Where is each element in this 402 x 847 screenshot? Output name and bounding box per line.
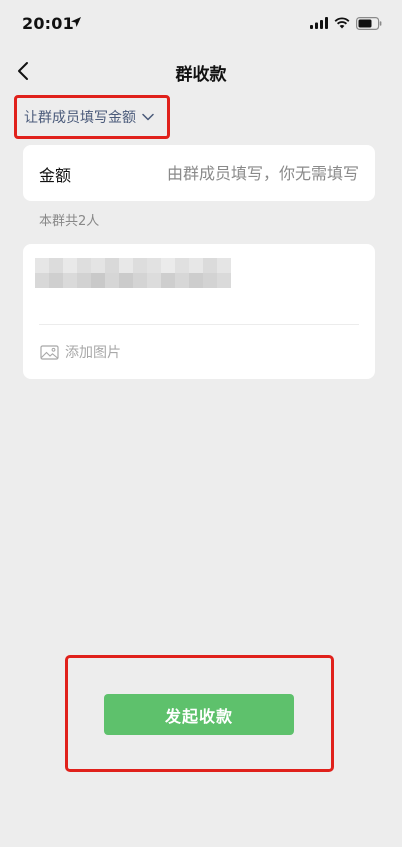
page-title: 群收款 — [175, 65, 227, 85]
add-image-button[interactable]: 添加图片 — [40, 342, 121, 362]
collection-mode-label: 让群成员填写金额 — [24, 110, 136, 126]
note-card[interactable]: 添加图片 — [23, 244, 375, 379]
amount-input[interactable] — [119, 160, 359, 186]
chevron-down-icon — [142, 113, 154, 121]
blurred-note-text — [35, 258, 231, 288]
note-divider — [39, 324, 359, 325]
nav-bar: 群收款 — [0, 48, 402, 94]
status-time: 20:01 — [22, 14, 74, 33]
location-arrow-icon — [71, 17, 81, 27]
image-icon — [40, 344, 59, 360]
status-icons — [310, 16, 382, 30]
amount-label: 金额 — [39, 166, 72, 185]
status-bar: 20:01 — [0, 0, 402, 48]
member-count: 本群共2人 — [39, 214, 100, 229]
signal-icon — [310, 17, 328, 29]
start-collection-button[interactable]: 发起收款 — [104, 694, 294, 735]
battery-icon — [356, 16, 382, 30]
amount-card: 金额 — [23, 145, 375, 201]
collection-mode-dropdown[interactable]: 让群成员填写金额 — [14, 95, 170, 139]
wifi-icon — [334, 17, 350, 29]
add-image-label: 添加图片 — [65, 345, 121, 361]
